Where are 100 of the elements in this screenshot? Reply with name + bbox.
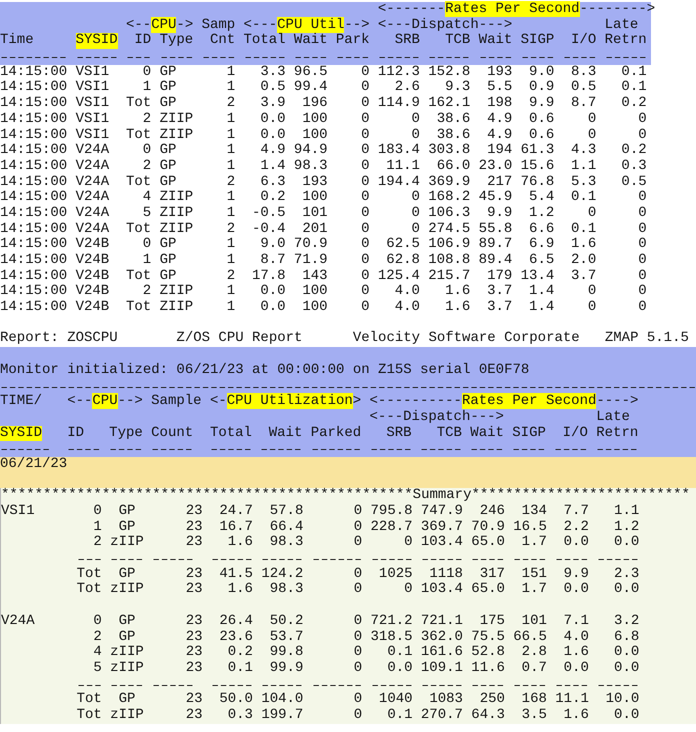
table-cell: 109.1 <box>420 660 463 677</box>
table-cell: 14:15:00 <box>0 80 68 96</box>
table-cell: 1 <box>142 80 152 96</box>
table-cell: 5.4 <box>529 190 554 206</box>
table-cell: 6.6 <box>529 222 554 238</box>
table-cell: 162.1 <box>428 96 470 112</box>
table-cell: V24A <box>76 158 110 175</box>
table-cell: 318.5 <box>370 630 413 646</box>
table-cell: 0.0 <box>564 582 589 598</box>
table-cell: 2 <box>93 630 102 646</box>
table-cell: 98.3 <box>294 158 328 175</box>
table-cell: 0 <box>361 268 370 284</box>
table-cell: ZIIP <box>160 112 194 128</box>
table-cell: 0 <box>354 660 362 677</box>
table-cell: 193 <box>302 174 328 190</box>
table-cell: 8.7 <box>571 96 596 112</box>
table-cell: 4.0 <box>394 284 420 300</box>
table-cell: 14:15:00 <box>0 64 68 80</box>
table-cell: 0 <box>588 112 596 128</box>
table-cell: VSI1 <box>76 80 110 96</box>
table-cell: GP <box>118 614 136 630</box>
table-cell: 0.2 <box>228 645 253 661</box>
table-cell: 2 <box>226 174 236 190</box>
table-cell: Tot <box>76 582 102 598</box>
table-cell: 2.8 <box>522 645 547 661</box>
table-cell: 0 <box>638 112 647 128</box>
table-cell: 14:15:00 <box>0 158 68 175</box>
table-cell: 0 <box>361 284 370 300</box>
table-cell: 8.3 <box>571 64 596 80</box>
column-header: Retrn <box>596 426 638 442</box>
table-cell: 2 <box>226 222 236 238</box>
table-cell: 65.0 <box>471 582 505 598</box>
table-cell: 114.9 <box>378 96 420 112</box>
table-cell: 1.4 <box>260 158 286 175</box>
table-cell: 2.2 <box>564 520 589 536</box>
table-cell: 23 <box>186 535 203 552</box>
table-cell: 10.0 <box>606 692 640 708</box>
table-cell: 0 <box>361 190 370 206</box>
table-cell: 104.0 <box>261 692 304 708</box>
table-cell: 183.4 <box>378 143 420 159</box>
column-header: TCB <box>436 426 462 442</box>
sysid-cell: VSI1 <box>1 504 35 520</box>
table-cell: V24B <box>76 237 110 253</box>
table-cell: GP <box>160 64 176 80</box>
column-header: I/O <box>562 426 588 442</box>
table-cell: 1.4 <box>529 300 554 316</box>
table-cell: 0.1 <box>387 645 413 661</box>
table-cell: GP <box>118 630 136 646</box>
column-header: Park <box>336 33 370 50</box>
table-cell: 0 <box>361 222 370 238</box>
table-cell: 1.2 <box>614 520 640 536</box>
table-cell: 6.3 <box>260 174 286 190</box>
table-cell: 71.9 <box>294 253 328 269</box>
column-group-header: TIME/ <box>0 394 42 410</box>
column-header: SRB <box>394 33 420 50</box>
table-cell: 9.0 <box>260 237 286 253</box>
table-cell: GP <box>160 143 176 159</box>
table-cell: 0 <box>361 143 370 159</box>
table-cell: 1025 <box>378 566 413 582</box>
table-cell: 4.0 <box>394 300 420 316</box>
table-cell: 246 <box>480 504 505 520</box>
table-cell: V24B <box>76 253 110 269</box>
table-cell: 0 <box>588 206 596 222</box>
table-cell: 7.7 <box>564 504 589 520</box>
table-cell: 0.1 <box>228 660 253 677</box>
table-cell: 50.0 <box>219 692 253 708</box>
table-cell: 0 <box>412 128 420 144</box>
table-cell: 1 <box>226 64 236 80</box>
table-cell: 99.4 <box>294 80 328 96</box>
table-cell: zIIP <box>110 708 144 724</box>
column-header: ID <box>67 426 84 442</box>
table-cell: 0 <box>361 300 370 316</box>
table-cell: 0 <box>588 284 596 300</box>
table-cell: 61.3 <box>520 143 554 159</box>
table-cell: Tot <box>76 692 102 708</box>
table-cell: ZIIP <box>160 190 194 206</box>
table-cell: 1.6 <box>564 708 589 724</box>
table-cell: 0 <box>638 300 647 316</box>
table-cell: 0 <box>412 222 420 238</box>
column-group-header: Late <box>596 410 630 426</box>
table-cell: 1 <box>226 158 236 175</box>
table-cell: 2 <box>142 284 152 300</box>
table-cell: 100 <box>302 128 328 144</box>
table-cell: 14:15:00 <box>0 112 68 128</box>
table-cell: 1 <box>226 143 236 159</box>
table-cell: 1 <box>226 300 236 316</box>
table-cell: 15.6 <box>520 158 554 175</box>
table-cell: 14:15:00 <box>0 268 68 284</box>
table-cell: 2.6 <box>394 80 420 96</box>
table-cell: 747.9 <box>420 504 463 520</box>
table-cell: 4.0 <box>564 630 589 646</box>
table-cell: 23 <box>186 566 203 582</box>
report-title-text: Velocity Software Corporate <box>352 331 580 348</box>
column-header: Parked <box>310 426 362 442</box>
table-cell: 38.6 <box>436 112 470 128</box>
table-cell: 23 <box>186 614 203 630</box>
table-cell: 0 <box>354 504 362 520</box>
table-cell: Tot <box>126 128 152 144</box>
table-cell: 0.0 <box>387 660 413 677</box>
column-group-header: <---Dispatch---> <box>378 18 512 33</box>
